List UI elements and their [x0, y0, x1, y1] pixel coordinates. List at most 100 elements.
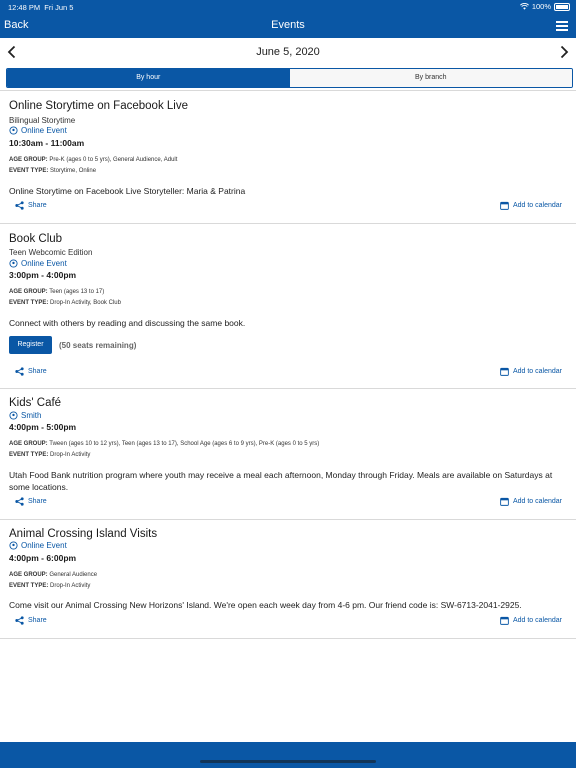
- share-icon: [15, 367, 24, 376]
- event-location-label: Online Event: [21, 541, 67, 550]
- event-card: Kids' Café Smith 4:00pm - 5:00pm AGE GRO…: [0, 388, 576, 519]
- event-subtitle: Teen Webcomic Edition: [9, 248, 93, 257]
- battery-icon: [554, 2, 570, 11]
- event-type: EVENT TYPE: Storytime, Online: [9, 168, 96, 174]
- event-card: Online Storytime on Facebook Live Biling…: [0, 90, 576, 223]
- add-to-calendar-label: Add to calendar: [512, 498, 562, 505]
- event-type: EVENT TYPE: Drop-In Activity: [9, 452, 90, 458]
- event-location-label: Smith: [21, 411, 42, 420]
- tab-by-hour[interactable]: By hour: [7, 69, 290, 87]
- status-bar: 12:48 PM Fri Jun 5 100%: [0, 0, 576, 14]
- bottom-tab-bar: [0, 742, 576, 768]
- event-type-label: EVENT TYPE:: [9, 168, 49, 174]
- event-description: Utah Food Bank nutrition program where y…: [9, 470, 553, 492]
- share-label: Share: [28, 617, 47, 624]
- event-time: 4:00pm - 6:00pm: [9, 553, 77, 563]
- event-age-group: AGE GROUP: Teen (ages 13 to 17): [9, 289, 104, 295]
- divider: [0, 638, 576, 639]
- event-type-value: Storytime, Online: [50, 168, 97, 174]
- share-label: Share: [28, 498, 47, 505]
- share-label: Share: [28, 202, 47, 209]
- event-type-label: EVENT TYPE:: [9, 300, 49, 306]
- event-location-label: Online Event: [21, 259, 67, 268]
- event-title[interactable]: Online Storytime on Facebook Live: [9, 100, 188, 112]
- share-button[interactable]: Share: [15, 616, 47, 625]
- calendar-icon: [500, 497, 509, 506]
- event-type-value: Drop-In Activity, Book Club: [50, 300, 121, 306]
- share-button[interactable]: Share: [15, 497, 47, 506]
- event-description: Connect with others by reading and discu…: [9, 318, 246, 328]
- tab-by-branch[interactable]: By branch: [289, 69, 572, 87]
- age-group-value: Teen (ages 13 to 17): [49, 289, 105, 295]
- add-to-calendar-button[interactable]: Add to calendar: [500, 616, 562, 625]
- wifi-icon: [519, 3, 529, 10]
- calendar-icon: [500, 367, 509, 376]
- event-title[interactable]: Animal Crossing Island Visits: [9, 528, 157, 540]
- share-button[interactable]: Share: [15, 201, 47, 210]
- event-description: Come visit our Animal Crossing New Horiz…: [9, 600, 522, 610]
- share-button[interactable]: Share: [15, 367, 47, 376]
- location-pin-icon: [9, 126, 18, 135]
- event-card: Animal Crossing Island Visits Online Eve…: [0, 519, 576, 638]
- nav-bar: Back Events: [0, 14, 576, 38]
- status-time: 12:48 PM Fri Jun 5: [8, 3, 73, 12]
- add-to-calendar-button[interactable]: Add to calendar: [500, 497, 562, 506]
- share-icon: [15, 616, 24, 625]
- event-description: Online Storytime on Facebook Live Storyt…: [9, 186, 246, 196]
- add-to-calendar-label: Add to calendar: [512, 202, 562, 209]
- event-title[interactable]: Book Club: [9, 233, 62, 245]
- calendar-icon: [500, 616, 509, 625]
- age-group-label: AGE GROUP:: [9, 157, 48, 163]
- event-age-group: AGE GROUP: General Audience: [9, 572, 97, 578]
- status-date: Fri Jun 5: [44, 3, 74, 12]
- event-time: 10:30am - 11:00am: [9, 138, 85, 148]
- current-date: June 5, 2020: [256, 46, 320, 58]
- age-group-value: Tween (ages 10 to 12 yrs), Teen (ages 13…: [49, 441, 320, 447]
- event-time: 4:00pm - 5:00pm: [9, 422, 77, 432]
- add-to-calendar-label: Add to calendar: [512, 617, 562, 624]
- add-to-calendar-label: Add to calendar: [512, 368, 562, 375]
- status-clock: 12:48 PM: [8, 3, 41, 12]
- age-group-value: Pre-K (ages 0 to 5 yrs), General Audienc…: [49, 157, 178, 163]
- event-type-label: EVENT TYPE:: [9, 583, 49, 589]
- register-button[interactable]: Register: [9, 336, 52, 354]
- calendar-icon: [500, 201, 509, 210]
- event-type: EVENT TYPE: Drop-In Activity, Book Club: [9, 300, 121, 306]
- event-type-label: EVENT TYPE:: [9, 452, 49, 458]
- event-card: Book Club Teen Webcomic Edition Online E…: [0, 223, 576, 388]
- page-title: Events: [271, 19, 305, 31]
- event-age-group: AGE GROUP: Pre-K (ages 0 to 5 yrs), Gene…: [9, 157, 177, 163]
- age-group-label: AGE GROUP:: [9, 289, 48, 295]
- event-location-label: Online Event: [21, 126, 67, 135]
- add-to-calendar-button[interactable]: Add to calendar: [500, 201, 562, 210]
- age-group-value: General Audience: [49, 572, 98, 578]
- event-title[interactable]: Kids' Café: [9, 397, 61, 409]
- event-location[interactable]: Online Event: [9, 259, 67, 268]
- event-age-group: AGE GROUP: Tween (ages 10 to 12 yrs), Te…: [9, 441, 319, 447]
- event-location[interactable]: Smith: [9, 411, 41, 420]
- chevron-right-icon[interactable]: [557, 45, 571, 59]
- location-pin-icon: [9, 411, 18, 420]
- event-location[interactable]: Online Event: [9, 541, 67, 550]
- view-segmented-control: By hour By branch: [6, 68, 573, 88]
- event-time: 3:00pm - 4:00pm: [9, 270, 77, 280]
- share-icon: [15, 497, 24, 506]
- age-group-label: AGE GROUP:: [9, 572, 48, 578]
- event-subtitle: Bilingual Storytime: [9, 116, 76, 125]
- age-group-label: AGE GROUP:: [9, 441, 48, 447]
- event-location[interactable]: Online Event: [9, 126, 67, 135]
- share-label: Share: [28, 368, 47, 375]
- menu-icon[interactable]: [556, 21, 568, 31]
- event-type-value: Drop-In Activity: [50, 452, 91, 458]
- location-pin-icon: [9, 259, 18, 268]
- event-type-value: Drop-In Activity: [50, 583, 91, 589]
- location-pin-icon: [9, 541, 18, 550]
- share-icon: [15, 201, 24, 210]
- battery-percent: 100%: [531, 2, 551, 11]
- add-to-calendar-button[interactable]: Add to calendar: [500, 367, 562, 376]
- date-navigator: June 5, 2020: [0, 38, 576, 66]
- seats-remaining: (50 seats remaining): [59, 341, 137, 350]
- home-indicator[interactable]: [200, 760, 376, 763]
- status-indicators: 100%: [519, 2, 570, 11]
- event-type: EVENT TYPE: Drop-In Activity: [9, 583, 90, 589]
